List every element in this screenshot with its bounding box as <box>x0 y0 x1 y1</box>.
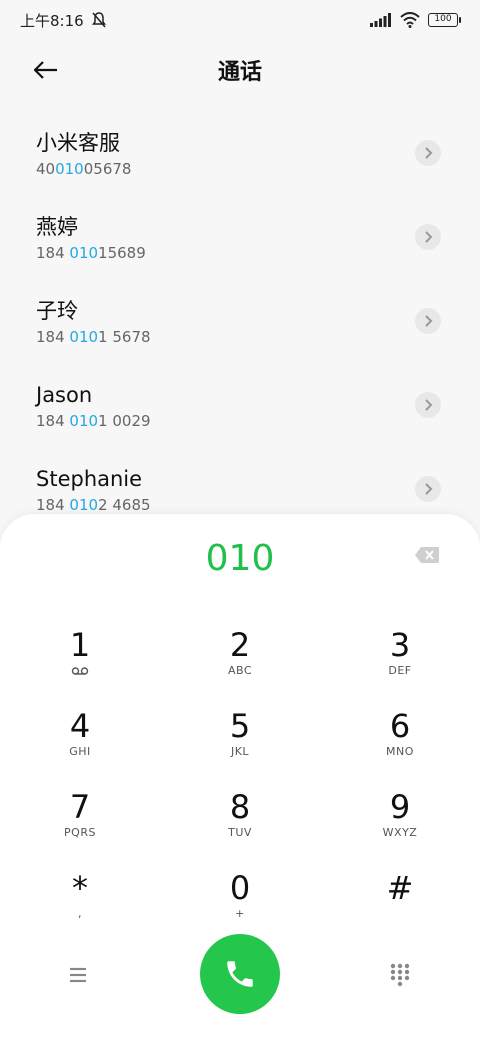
chevron-right-icon <box>425 147 433 159</box>
key-9[interactable]: 9 WXYZ <box>320 782 480 863</box>
chevron-right-icon <box>425 315 433 327</box>
key-star[interactable]: * , <box>0 863 160 944</box>
key-digit: 3 <box>389 626 411 664</box>
delete-button[interactable] <box>414 546 440 564</box>
do-not-disturb-icon <box>91 12 106 28</box>
contact-detail-button[interactable] <box>415 476 441 502</box>
number-prefix: 184 <box>36 412 70 430</box>
contact-number: 184 0102 4685 <box>36 494 444 516</box>
dialpad-toggle-button[interactable] <box>388 962 412 988</box>
contact-name: 子玲 <box>36 299 78 323</box>
contact-detail-button[interactable] <box>415 224 441 250</box>
key-digit: # <box>386 869 414 907</box>
contact-name: 小米客服 <box>36 131 120 155</box>
status-left: 上午8:16 <box>20 10 108 31</box>
header: 通话 <box>0 44 480 96</box>
contact-row[interactable]: 小米客服 4001005678 <box>0 112 480 196</box>
status-bar: 上午8:16 100 <box>0 0 480 40</box>
chevron-right-icon <box>425 483 433 495</box>
key-3[interactable]: 3 DEF <box>320 620 480 701</box>
contact-number: 184 0101 5678 <box>36 326 444 348</box>
key-digit: 6 <box>389 707 411 745</box>
key-letters: DEF <box>388 664 412 677</box>
key-letters: GHI <box>69 745 91 758</box>
status-time: 上午8:16 <box>20 11 84 30</box>
menu-button[interactable] <box>66 964 90 986</box>
number-suffix: 15689 <box>98 244 146 262</box>
number-prefix: 184 <box>36 328 70 346</box>
key-letters: ABC <box>227 664 253 677</box>
key-letters: WXYZ <box>382 826 418 839</box>
key-digit: * <box>72 869 88 907</box>
key-letters: MNO <box>386 745 414 758</box>
key-digit: 8 <box>229 788 251 826</box>
contact-number: 4001005678 <box>36 158 444 180</box>
key-letters: JKL <box>230 745 250 758</box>
key-1[interactable]: 1 <box>0 620 160 701</box>
key-2[interactable]: 2 ABC <box>160 620 320 701</box>
contact-detail-button[interactable] <box>415 140 441 166</box>
contact-row[interactable]: 燕婷 184 01015689 <box>0 196 480 280</box>
contact-number: 184 0101 0029 <box>36 410 444 432</box>
page-title: 通话 <box>217 60 262 85</box>
contact-results-list: 小米客服 4001005678 燕婷 184 01015689 子玲 184 0… <box>0 112 480 532</box>
key-6[interactable]: 6 MNO <box>320 701 480 782</box>
key-digit: 7 <box>69 788 91 826</box>
number-prefix: 184 <box>36 496 70 514</box>
wifi-icon <box>400 12 420 28</box>
key-letters: , <box>78 907 82 920</box>
number-match: 010 <box>69 244 99 262</box>
status-right: 100 <box>370 12 461 28</box>
dialed-number: 010 <box>205 538 275 579</box>
backspace-icon <box>415 547 439 563</box>
key-letters: PQRS <box>64 826 96 839</box>
dialpad-grid-icon <box>390 963 410 987</box>
key-digit: 2 <box>229 626 251 664</box>
keypad: 1 2 ABC 3 DEF 4 GHI 5 JKL 6 MNO 7 PQRS 8… <box>0 620 480 944</box>
contact-row[interactable]: Jason 184 0101 0029 <box>0 364 480 448</box>
key-5[interactable]: 5 JKL <box>160 701 320 782</box>
key-digit: 1 <box>69 626 91 664</box>
key-digit: 0 <box>229 869 251 907</box>
key-4[interactable]: 4 GHI <box>0 701 160 782</box>
number-suffix: 2 4685 <box>98 496 151 514</box>
contact-detail-button[interactable] <box>415 392 441 418</box>
number-match: 010 <box>55 160 84 178</box>
key-hash[interactable]: # <box>320 863 480 944</box>
signal-icon <box>370 13 391 27</box>
key-letters: + <box>235 907 245 920</box>
number-suffix: 1 0029 <box>98 412 151 430</box>
battery-indicator: 100 <box>428 13 461 27</box>
number-match: 010 <box>69 496 99 514</box>
voicemail-icon <box>71 667 89 675</box>
dialpad-sheet: 010 1 2 ABC 3 DEF 4 GHI 5 JKL 6 MNO 7 PQ… <box>0 514 480 1040</box>
number-prefix: 40 <box>36 160 56 178</box>
number-suffix: 05678 <box>83 160 132 178</box>
menu-icon <box>70 967 86 983</box>
chevron-right-icon <box>425 231 433 243</box>
contact-name: Stephanie <box>36 467 143 491</box>
back-button[interactable] <box>30 54 62 86</box>
number-suffix: 1 5678 <box>98 328 151 346</box>
chevron-right-icon <box>425 399 433 411</box>
back-arrow-icon <box>33 61 57 79</box>
call-button[interactable] <box>200 934 280 1014</box>
key-7[interactable]: 7 PQRS <box>0 782 160 863</box>
contact-row[interactable]: 子玲 184 0101 5678 <box>0 280 480 364</box>
contact-number: 184 01015689 <box>36 242 444 264</box>
key-digit: 9 <box>389 788 411 826</box>
phone-icon <box>227 961 253 987</box>
number-match: 010 <box>69 328 99 346</box>
contact-name: Jason <box>36 383 93 407</box>
key-8[interactable]: 8 TUV <box>160 782 320 863</box>
number-prefix: 184 <box>36 244 70 262</box>
dialpad-bottom-bar <box>0 934 480 1016</box>
key-digit: 5 <box>229 707 251 745</box>
key-0[interactable]: 0 + <box>160 863 320 944</box>
key-letters: TUV <box>228 826 252 839</box>
key-digit: 4 <box>69 707 91 745</box>
contact-name: 燕婷 <box>36 215 78 239</box>
contact-detail-button[interactable] <box>415 308 441 334</box>
number-match: 010 <box>69 412 99 430</box>
